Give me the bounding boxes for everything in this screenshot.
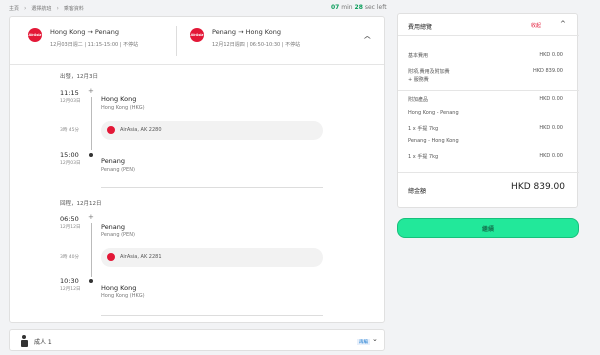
addons-label: 附加產品 <box>408 97 429 103</box>
divider <box>101 187 323 188</box>
timer-min-label: min <box>341 4 353 11</box>
person-icon <box>22 335 26 339</box>
arrival-date: 12月12日 <box>60 287 81 292</box>
outbound-title: 出發，12月3日 <box>60 74 98 80</box>
leg-meta: 12月03日週二 | 11:15-15:00 | 不停站 <box>50 42 139 48</box>
arrival-city: Penang <box>101 157 126 165</box>
person-body-icon <box>20 339 28 347</box>
arrival-airport: Penang (PEN) <box>101 167 135 173</box>
total-label: 總金額 <box>408 188 427 195</box>
arrival-time: 10:30 <box>60 277 79 285</box>
summary-header[interactable]: 費用總覽 收起 ^ <box>398 14 579 36</box>
chevron-right-icon: › <box>56 5 59 12</box>
leg-meta: 12月12日週四 | 06:50-10:30 | 不停站 <box>212 42 301 48</box>
addon-item-amount: HKD 0.00 <box>539 125 563 131</box>
flight-info-pill: AirAsia, AK 2280 <box>101 121 323 140</box>
itinerary-card: AirAsia Hong Kong → Penang 12月03日週二 | 11… <box>9 16 385 323</box>
timer-seconds: 28 <box>354 4 363 11</box>
arrival-date: 12月03日 <box>60 161 81 166</box>
chevron-up-icon[interactable]: ^ <box>560 20 566 28</box>
arrival-pin-icon <box>89 279 93 283</box>
flight-duration: 3時 45分 <box>60 128 80 133</box>
departure-airport: Penang (PEN) <box>101 232 135 238</box>
addon-route: Penang - Hong Kong <box>408 138 459 144</box>
edit-button[interactable]: 再編 <box>357 339 370 345</box>
leg-route: Hong Kong → Penang <box>50 28 119 36</box>
divider <box>176 26 177 56</box>
departure-date: 12月12日 <box>60 225 81 230</box>
chevron-right-icon: › <box>24 5 27 12</box>
arrival-airport: Hong Kong (HKG) <box>101 293 145 299</box>
departure-airport: Hong Kong (HKG) <box>101 105 145 111</box>
airasia-icon <box>107 126 115 134</box>
return-title: 回程，12月12日 <box>60 201 102 207</box>
breadcrumb-passenger: 乘客資料 <box>63 6 84 12</box>
addon-item: 1 x 手提 7kg <box>408 126 439 132</box>
leg-route: Penang → Hong Kong <box>212 28 281 36</box>
passenger-label: 成人 1 <box>34 339 52 346</box>
breadcrumb: 主頁 › 選擇航班 › 乘客資料 <box>9 5 84 12</box>
price-summary: 費用總覽 收起 ^ 基本費用 HKD 0.00 附項,費用及附加費 + 服務費 … <box>397 13 579 208</box>
breadcrumb-select-flight[interactable]: 選擇航班 <box>31 5 51 12</box>
taxes-label: 附項,費用及附加費 + 服務費 <box>408 69 450 83</box>
arrival-pin-icon <box>89 153 93 157</box>
arrival-time: 15:00 <box>60 151 79 159</box>
total-amount: HKD 839.00 <box>511 182 565 192</box>
airasia-icon <box>107 253 115 261</box>
timeline-line <box>91 223 92 277</box>
addon-item: 1 x 手提 7kg <box>408 154 439 160</box>
departure-marker-icon: + <box>88 87 94 95</box>
passenger-bar[interactable]: 成人 1 再編 ⌄ <box>9 329 385 351</box>
addon-item-amount: HKD 0.00 <box>539 153 563 159</box>
divider <box>398 172 579 173</box>
divider <box>101 315 323 316</box>
departure-time: 11:15 <box>60 89 79 97</box>
departure-marker-icon: + <box>88 213 94 221</box>
collapse-chevron-up-icon[interactable]: ^ <box>363 35 372 44</box>
summary-title: 費用總覽 <box>408 24 433 31</box>
breadcrumb-home[interactable]: 主頁 <box>9 5 19 12</box>
flight-duration: 3時 40分 <box>60 255 80 260</box>
base-fare-amount: HKD 0.00 <box>539 52 563 58</box>
flight-legs-header[interactable]: AirAsia Hong Kong → Penang 12月03日週二 | 11… <box>10 17 384 65</box>
collapse-link[interactable]: 收起 <box>531 22 541 29</box>
departure-city: Penang <box>101 223 126 231</box>
base-fare-label: 基本費用 <box>408 53 429 59</box>
timer-sec-label: sec left <box>364 4 387 11</box>
timer-minutes: 07 <box>331 4 340 11</box>
airasia-logo: AirAsia <box>190 28 204 42</box>
arrival-city: Hong Kong <box>101 284 137 292</box>
session-timer: 07 min 28 sec left <box>331 4 387 11</box>
flight-number: AirAsia, AK 2280 <box>120 127 162 133</box>
divider <box>398 90 579 91</box>
departure-date: 12月03日 <box>60 99 81 104</box>
departure-city: Hong Kong <box>101 95 137 103</box>
timeline-line <box>91 97 92 150</box>
flight-number: AirAsia, AK 2281 <box>120 254 162 260</box>
flight-info-pill: AirAsia, AK 2281 <box>101 248 323 267</box>
chevron-down-icon[interactable]: ⌄ <box>372 335 378 343</box>
addons-amount: HKD 0.00 <box>539 96 563 102</box>
taxes-amount: HKD 839.00 <box>533 68 563 74</box>
departure-time: 06:50 <box>60 215 79 223</box>
continue-button[interactable]: 繼續 <box>397 218 579 238</box>
addon-route: Hong Kong - Penang <box>408 110 459 116</box>
airasia-logo: AirAsia <box>28 28 42 42</box>
